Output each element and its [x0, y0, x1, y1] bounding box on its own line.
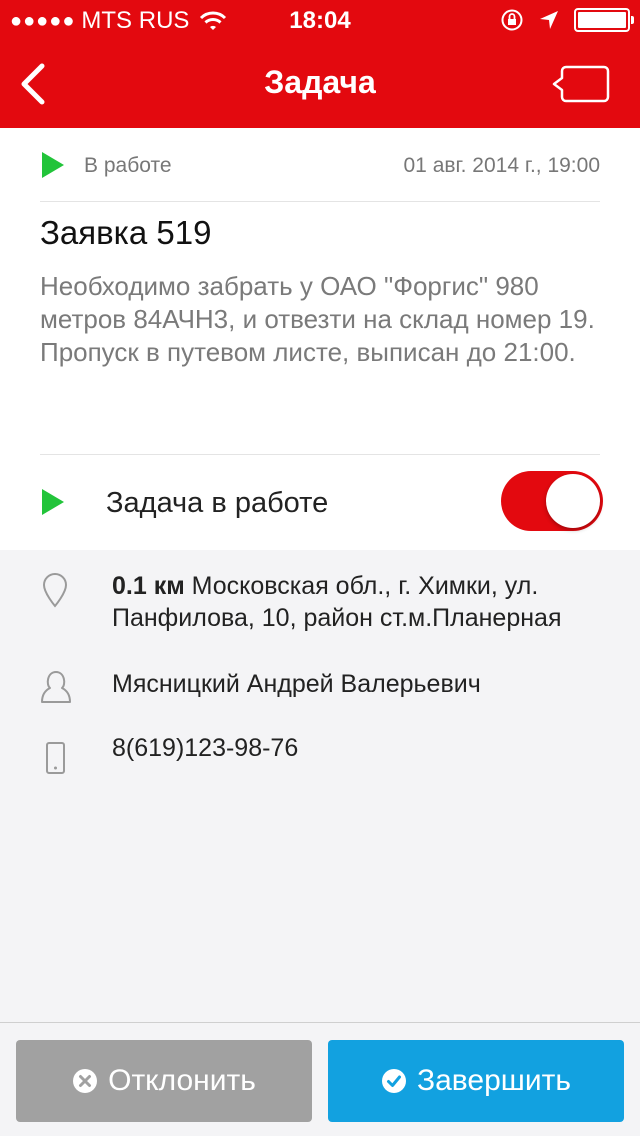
reject-label: Отклонить	[108, 1064, 256, 1097]
switch-knob	[546, 474, 600, 528]
task-in-progress-switch[interactable]	[501, 471, 603, 531]
comment-button[interactable]	[550, 62, 612, 106]
phone-icon	[46, 742, 65, 774]
play-icon	[42, 489, 64, 515]
comment-icon	[552, 65, 610, 103]
header: ●●●●● MTS RUS 18:04 Задача	[0, 0, 640, 128]
navigation-bar: Задача	[0, 40, 640, 128]
task-status-text: В работе	[84, 154, 172, 177]
action-footer: Отклонить Завершить	[0, 1022, 640, 1136]
task-toggle-label: Задача в работе	[106, 487, 329, 519]
status-bar: ●●●●● MTS RUS 18:04	[0, 0, 640, 40]
location-pin-icon	[42, 573, 68, 608]
location-arrow-icon	[540, 11, 558, 29]
phone-number[interactable]: 8(619)123-98-76	[112, 732, 612, 764]
task-toggle-row: Задача в работе	[40, 454, 603, 550]
battery-icon	[574, 8, 634, 32]
play-icon	[42, 152, 64, 178]
cancel-circle-icon	[73, 1069, 98, 1093]
status-bar-right	[500, 8, 634, 32]
address-text: 0.1 км Московская обл., г. Химки, ул. Па…	[112, 570, 612, 634]
task-description: Необходимо забрать у ОАО "Форгис" 980 ме…	[40, 271, 595, 367]
task-title: Заявка 519	[40, 214, 212, 251]
task-date: 01 авг. 2014 г., 19:00	[403, 154, 601, 177]
task-status-row: В работе 01 авг. 2014 г., 19:00	[40, 128, 600, 202]
person-icon	[41, 671, 71, 703]
page-title: Задача	[264, 64, 376, 100]
distance-text: 0.1 км	[112, 572, 185, 600]
check-circle-icon	[382, 1069, 406, 1093]
complete-label: Завершить	[417, 1064, 571, 1097]
task-card: В работе 01 авг. 2014 г., 19:00 Заявка 5…	[0, 128, 640, 550]
complete-button[interactable]: Завершить	[328, 1040, 624, 1122]
reject-button[interactable]: Отклонить	[16, 1040, 312, 1122]
orientation-lock-icon	[501, 9, 523, 31]
contact-person: Мясницкий Андрей Валерьевич	[112, 670, 481, 698]
